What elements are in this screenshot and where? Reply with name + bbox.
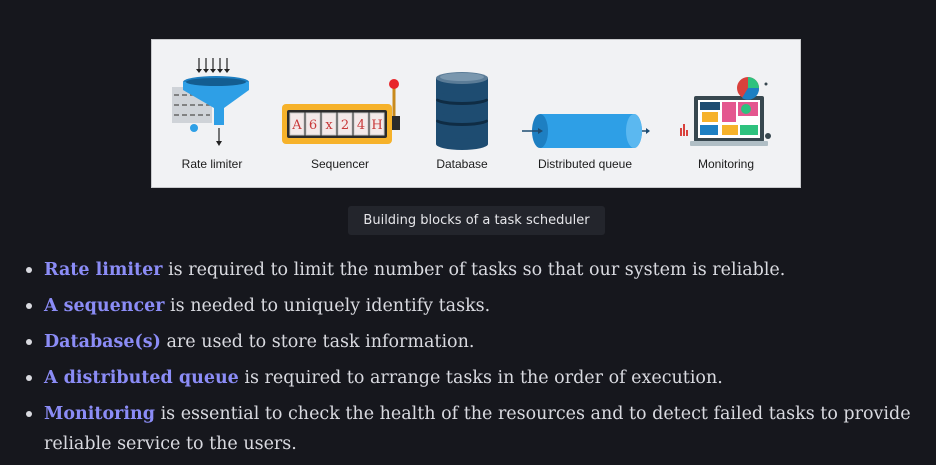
block-label: Database [436, 157, 488, 171]
database-icon [436, 72, 488, 150]
block-label: Distributed queue [537, 157, 633, 171]
list-item: A distributed queue is required to arran… [26, 363, 936, 393]
building-blocks-list: Rate limiter is required to limit the nu… [0, 255, 936, 465]
sequencer-digit: 4 [357, 118, 365, 133]
sequencer-digit: H [371, 118, 382, 133]
list-item-term: A sequencer [44, 296, 165, 316]
queue-pipe-icon [522, 114, 650, 148]
block-label: Rate limiter [181, 157, 243, 171]
funnel-icon [172, 58, 249, 146]
sequencer-digit: A [291, 118, 302, 133]
block-rate-limiter: Rate limiter [152, 40, 272, 187]
sequencer-digit: 6 [309, 118, 317, 133]
list-item-text: is required to limit the number of tasks… [162, 260, 786, 280]
list-item: Database(s) are used to store task infor… [26, 327, 936, 357]
block-distributed-queue: Distributed queue [520, 40, 650, 187]
list-item-term: Monitoring [44, 404, 155, 424]
sequencer-digit: x [325, 118, 333, 133]
list-item: A sequencer is needed to uniquely identi… [26, 291, 936, 321]
list-item-text: is needed to uniquely identify tasks. [164, 296, 491, 316]
list-item-text: is essential to check the health of the … [44, 404, 911, 454]
list-item: Rate limiter is required to limit the nu… [26, 255, 936, 285]
block-label: Monitoring [697, 157, 755, 171]
building-blocks-figure: Rate limiter A 6 x 2 4 H Sequencer Datab… [151, 39, 801, 188]
block-sequencer: A 6 x 2 4 H Sequencer [278, 40, 402, 187]
list-item-text: is required to arrange tasks in the orde… [238, 368, 723, 388]
list-item-term: Rate limiter [44, 260, 163, 280]
sequencer-digit: 2 [341, 118, 349, 133]
sequencer-machine-icon: A 6 x 2 4 H [282, 79, 400, 144]
block-database: Database [424, 40, 500, 187]
block-label: Sequencer [310, 157, 370, 171]
list-item-text: are used to store task information. [160, 332, 475, 352]
block-monitoring: Monitoring [676, 40, 776, 187]
list-item-term: A distributed queue [44, 368, 239, 388]
figure-caption: Building blocks of a task scheduler [348, 206, 605, 235]
list-item-term: Database(s) [44, 332, 161, 352]
list-item: Monitoring is essential to check the hea… [26, 399, 936, 459]
dashboard-monitor-icon [680, 77, 771, 146]
